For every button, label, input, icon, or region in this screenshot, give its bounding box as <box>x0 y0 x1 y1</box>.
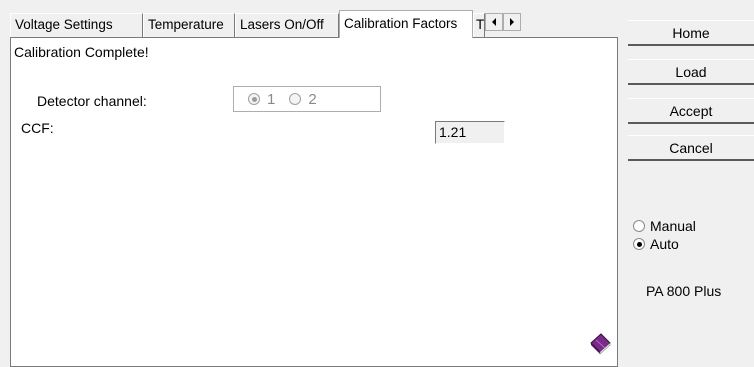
ccf-value-field: 1.21 <box>435 121 505 144</box>
tab-scroll-left-button[interactable] <box>485 13 503 31</box>
radio-icon <box>248 93 260 105</box>
mode-manual-radio[interactable]: Manual <box>633 218 696 234</box>
calibration-panel: Calibration Complete! Detector channel: … <box>10 37 618 367</box>
ccf-label: CCF: <box>21 120 54 136</box>
mode-auto-radio[interactable]: Auto <box>633 236 679 252</box>
detector-channel-option-2[interactable]: 2 <box>289 91 317 108</box>
cancel-button[interactable]: Cancel <box>628 135 754 161</box>
accept-button[interactable]: Accept <box>628 98 754 124</box>
tab-scroll-right-button[interactable] <box>503 13 521 31</box>
detector-channel-group: 1 2 <box>233 86 381 112</box>
radio-icon <box>633 220 645 232</box>
tab-temperature[interactable]: Temperature <box>143 13 235 37</box>
arrow-right-icon <box>510 18 514 26</box>
tab-voltage-settings[interactable]: Voltage Settings <box>10 13 143 37</box>
calibration-status: Calibration Complete! <box>14 44 149 60</box>
help-book-icon[interactable] <box>588 331 612 355</box>
tab-lasers-on-off[interactable]: Lasers On/Off <box>235 13 339 37</box>
arrow-left-icon <box>492 18 496 26</box>
instrument-model-label: PA 800 Plus <box>646 283 722 299</box>
radio-icon <box>289 93 302 105</box>
home-button[interactable]: Home <box>628 20 754 46</box>
radio-icon <box>633 238 645 250</box>
tab-truncated[interactable]: T <box>473 13 485 37</box>
load-button[interactable]: Load <box>628 59 754 85</box>
detector-channel-option-1[interactable]: 1 <box>248 91 275 108</box>
tab-strip: Voltage Settings Temperature Lasers On/O… <box>10 10 618 38</box>
detector-channel-label: Detector channel: <box>37 93 147 109</box>
tab-calibration-factors[interactable]: Calibration Factors <box>339 10 473 38</box>
